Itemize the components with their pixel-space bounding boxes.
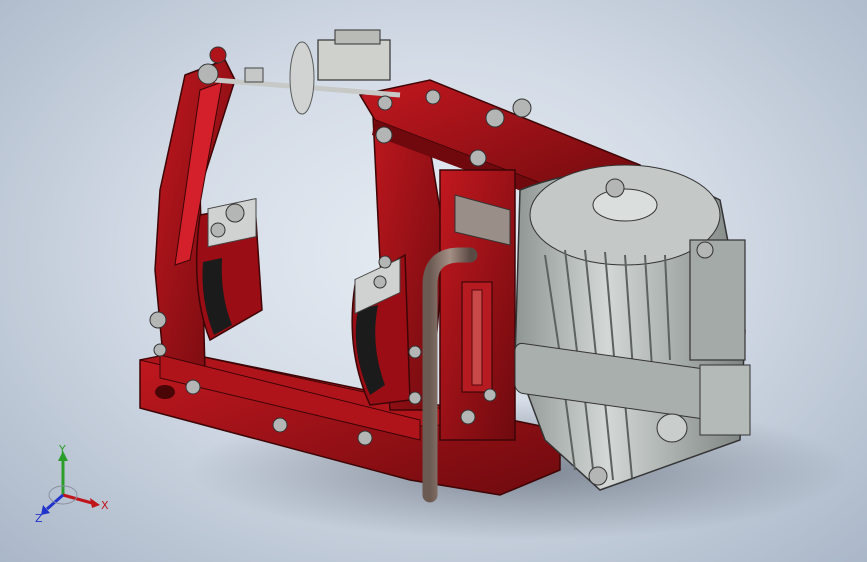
limit-switch	[317, 39, 391, 81]
cad-viewport[interactable]: Y X Z	[0, 0, 867, 562]
z-axis-label: Z	[35, 512, 43, 525]
coordinate-triad: Y X Z	[35, 445, 109, 525]
base-hole	[155, 385, 175, 399]
limit-switch-top	[334, 29, 381, 45]
terminal-box	[689, 239, 746, 361]
cable-gland	[656, 413, 688, 443]
motor-shaft-cap	[592, 188, 658, 222]
junction-box	[699, 364, 751, 436]
x-axis	[62, 493, 93, 505]
sight-glass	[471, 289, 483, 386]
brake-assembly-model[interactable]	[0, 0, 867, 562]
rod-nut	[244, 67, 264, 83]
x-arrow	[90, 498, 100, 508]
x-axis-label: X	[101, 499, 109, 512]
y-axis-label: Y	[58, 445, 66, 456]
spring-disc	[289, 41, 315, 115]
